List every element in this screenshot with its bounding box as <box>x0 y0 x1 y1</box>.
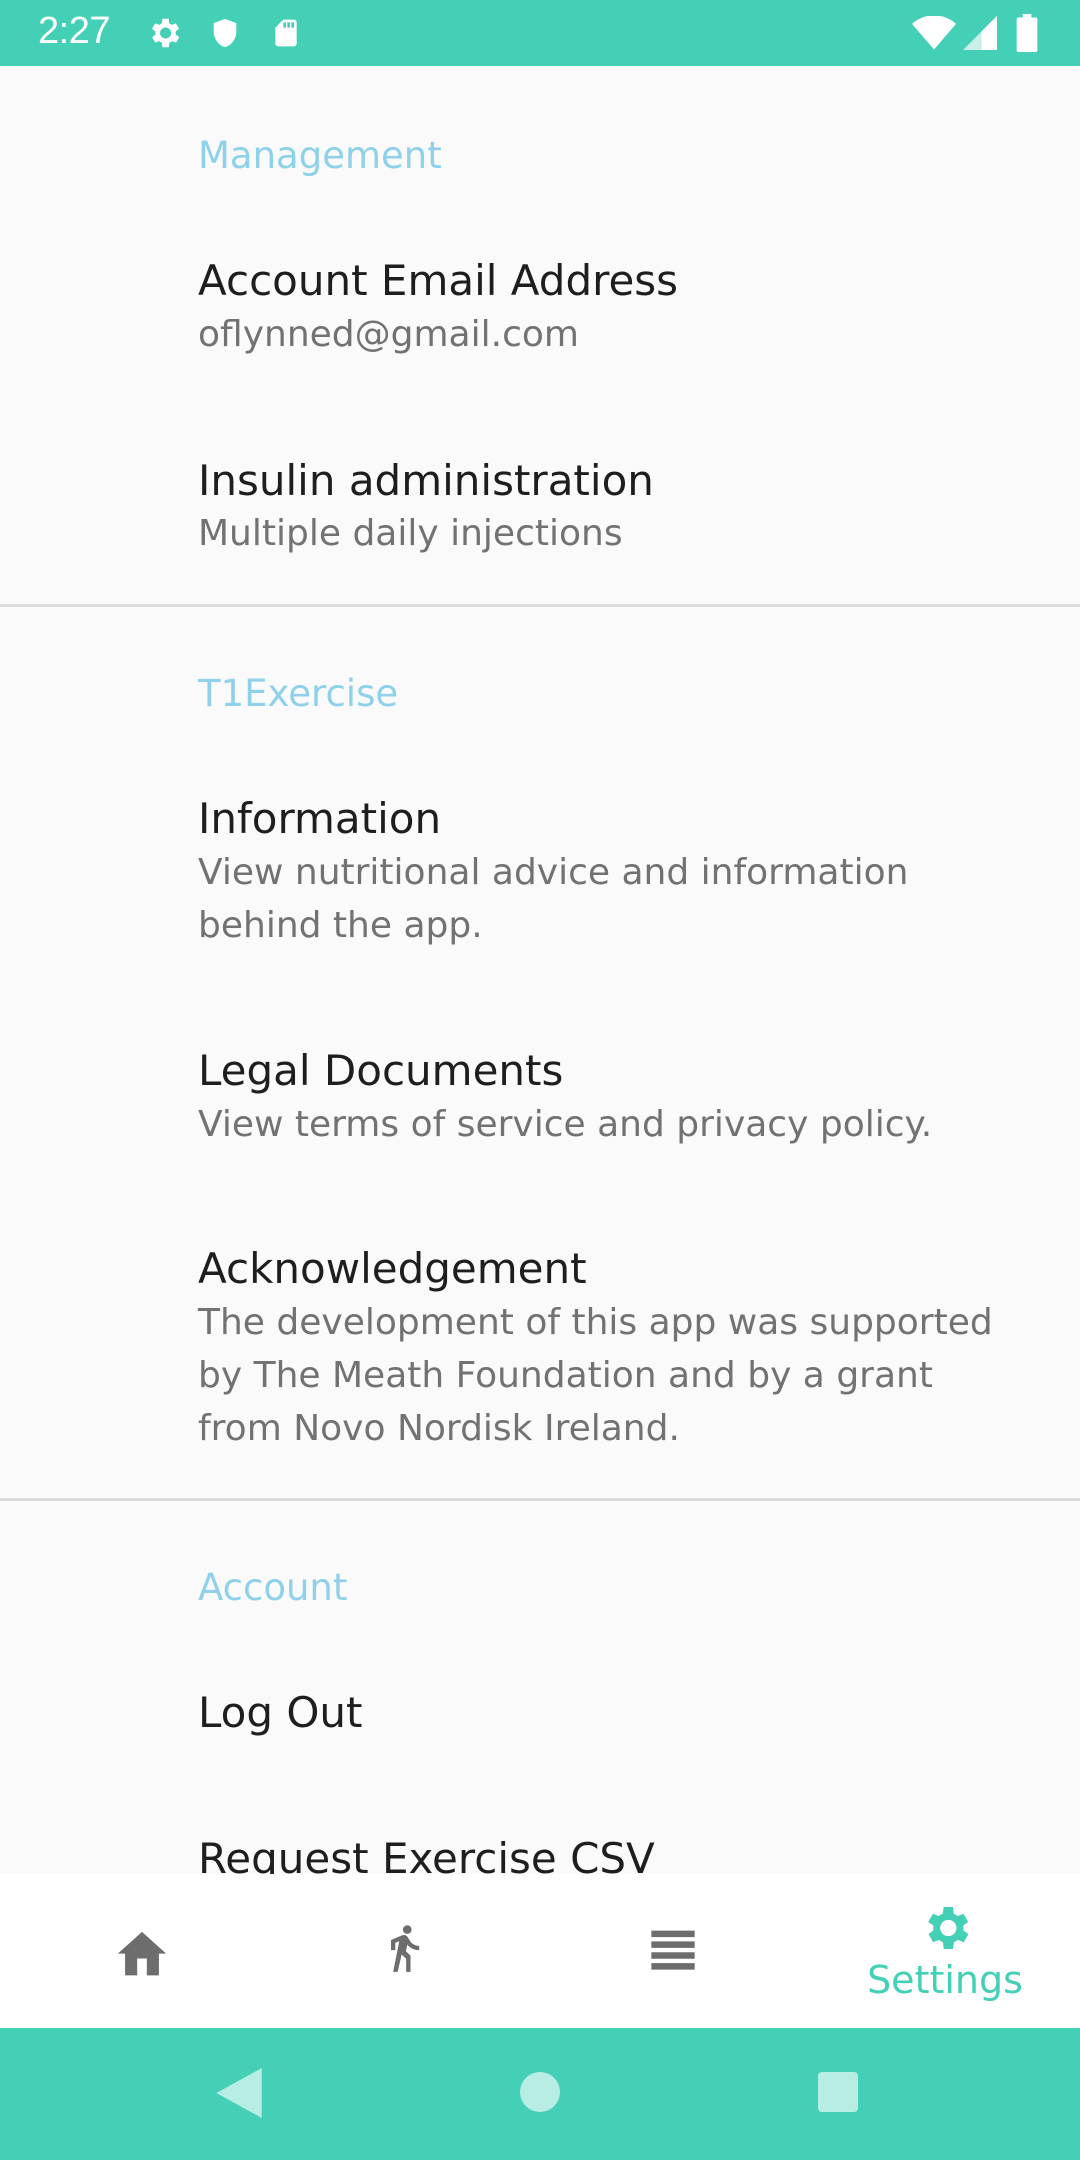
section-divider <box>0 604 1080 607</box>
system-navigation-bar <box>0 2028 1080 2160</box>
wifi-icon <box>912 16 956 50</box>
sd-card-icon <box>275 19 297 47</box>
pref-legal-summary: View terms of service and privacy policy… <box>198 1104 933 1145</box>
nav-settings-label: Settings <box>867 1958 1023 2002</box>
gear-icon <box>151 18 180 48</box>
nav-exercise[interactable] <box>270 1874 540 2028</box>
pref-log-out[interactable] <box>0 1676 1080 1810</box>
pref-acknowledgement-title: Acknowledgement <box>198 1244 587 1293</box>
battery-icon <box>1016 14 1038 52</box>
running-icon <box>391 1925 420 1972</box>
shield-icon <box>213 18 237 48</box>
back-icon[interactable] <box>216 2068 262 2118</box>
nav-list[interactable] <box>540 1874 810 2028</box>
nav-home[interactable] <box>0 1874 270 2028</box>
category-header-account: Account <box>198 1566 348 1609</box>
pref-information-title: Information <box>198 794 442 843</box>
pref-insulin-title: Insulin administration <box>198 456 654 505</box>
status-bar: 2:27 <box>0 0 1080 66</box>
section-divider <box>0 1498 1080 1501</box>
home-button-icon[interactable] <box>520 2072 560 2112</box>
pref-account-email-summary: oflynned@gmail.com <box>198 314 579 355</box>
home-icon <box>117 1931 167 1976</box>
category-header-t1exercise: T1Exercise <box>198 672 399 715</box>
pref-legal-title: Legal Documents <box>198 1046 564 1095</box>
recents-icon[interactable] <box>818 2072 858 2112</box>
nav-settings[interactable]: Settings <box>810 1874 1080 2028</box>
pref-acknowledgement-summary: The development of this app was supporte… <box>198 1302 993 1449</box>
status-time: 2:27 <box>38 10 110 52</box>
signal-icon <box>963 16 997 50</box>
category-header-management: Management <box>198 134 442 177</box>
pref-insulin-summary: Multiple daily injections <box>198 513 623 554</box>
settings-list[interactable]: Management Account Email Address oflynne… <box>0 66 1080 1874</box>
list-icon <box>651 1930 695 1970</box>
pref-account-email-title: Account Email Address <box>198 256 679 305</box>
gear-icon <box>928 1907 969 1949</box>
pref-request-csv-title: Request Exercise CSV <box>198 1834 655 1874</box>
pref-information-summary: View nutritional advice and information … <box>198 852 909 946</box>
pref-log-out-title: Log Out <box>198 1688 363 1737</box>
bottom-navigation: Settings <box>0 1874 1080 2028</box>
